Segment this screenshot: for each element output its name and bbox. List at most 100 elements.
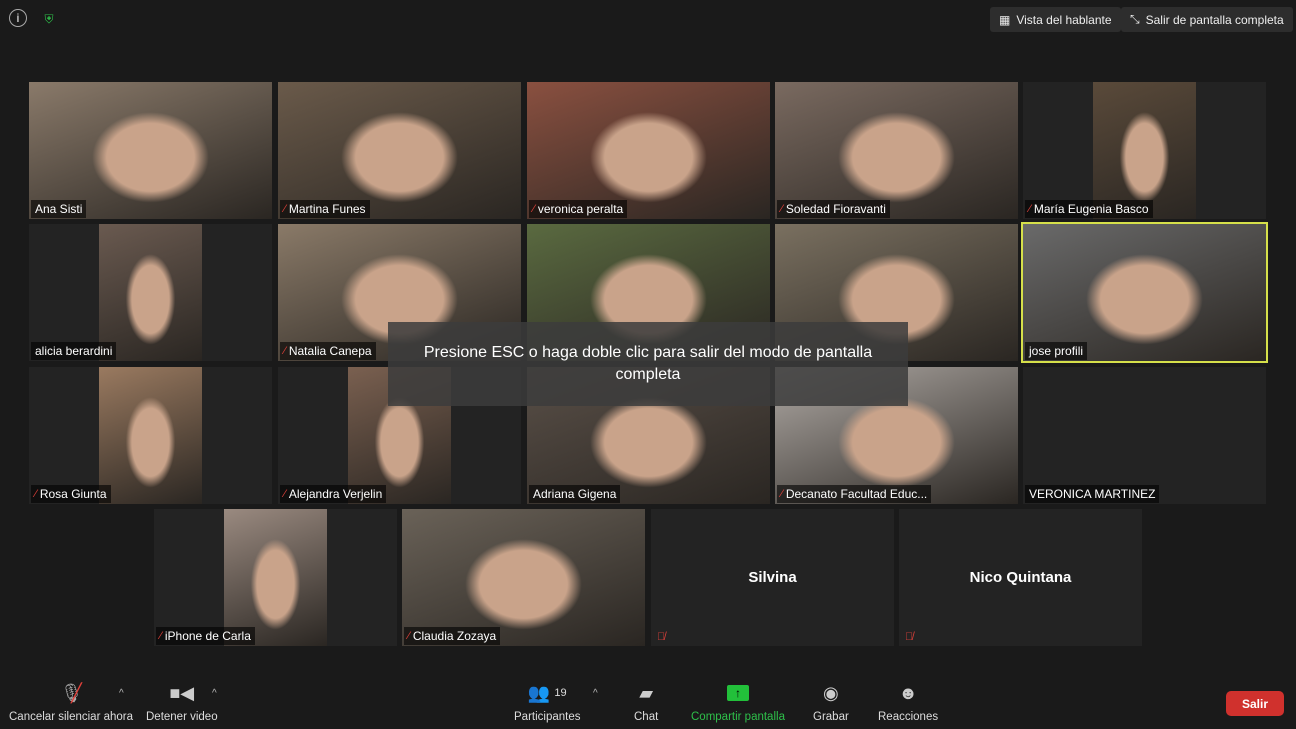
participant-label: ⁄ Claudia Zozaya	[404, 627, 501, 645]
shield-icon[interactable]: ⛨	[39, 9, 59, 29]
chat-button[interactable]: ▰ Chat	[634, 681, 659, 724]
participant-name: iPhone de Carla	[164, 629, 251, 643]
participant-video	[1023, 224, 1266, 361]
participant-video	[99, 224, 202, 361]
stop-video-label: Detener video	[146, 711, 218, 723]
participant-label: ⁄ Rosa Giunta	[31, 485, 111, 503]
participant-name: Decanato Facultad Educ...	[785, 487, 928, 501]
unmute-button[interactable]: 🎙 ╱ Cancelar silenciar ahora	[9, 681, 134, 724]
participant-label: ⁄ Soledad Fioravanti	[777, 200, 890, 218]
exit-fullscreen-icon: ⤡	[1130, 12, 1140, 26]
muted-mic-icon: 🎙̸	[657, 631, 666, 643]
participants-button[interactable]: 👥 19 Participantes	[514, 681, 581, 724]
grid-icon: ▦	[999, 12, 1011, 27]
share-screen-label: Compartir pantalla	[691, 711, 785, 723]
participant-video	[527, 82, 770, 219]
participant-video	[99, 367, 202, 504]
participant-label: VERONICA MARTINEZ	[1025, 485, 1160, 503]
participant-name: María Eugenia Basco	[1033, 202, 1149, 216]
speaker-view-button[interactable]: ▦ Vista del hablante	[990, 7, 1121, 32]
participant-name: Alejandra Verjelin	[288, 487, 383, 501]
chat-icon: ▰	[639, 682, 654, 703]
participant-name: Ana Sisti	[35, 202, 83, 216]
participant-name: jose profili	[1029, 344, 1084, 358]
participant-name: Rosa Giunta	[39, 487, 107, 501]
reactions-icon: ☻	[898, 682, 918, 703]
share-screen-icon: ↑	[726, 681, 749, 705]
participants-options-caret[interactable]: ^	[593, 688, 598, 699]
participant-tile[interactable]: alicia berardini	[29, 224, 272, 361]
participant-name: Adriana Gigena	[533, 487, 617, 501]
participant-tile[interactable]: ⁄ Rosa Giunta	[29, 367, 272, 504]
leave-button[interactable]: Salir	[1226, 691, 1284, 716]
chat-label: Chat	[634, 711, 659, 723]
speaker-view-label: Vista del hablante	[1016, 12, 1112, 27]
participant-label: jose profili	[1025, 342, 1088, 360]
fullscreen-toast: Presione ESC o haga doble clic para sali…	[388, 322, 908, 406]
participant-name: Claudia Zozaya	[412, 629, 497, 643]
participant-video	[402, 509, 645, 646]
unmute-label: Cancelar silenciar ahora	[9, 711, 134, 723]
muted-mic-icon: ⁄	[35, 488, 37, 500]
info-icon[interactable]: i	[9, 9, 27, 27]
participant-video	[278, 82, 521, 219]
participant-label: Adriana Gigena	[529, 485, 621, 503]
participants-icon: 👥	[527, 682, 551, 703]
muted-mic-icon: ⁄	[781, 488, 783, 500]
participant-label: ⁄ Natalia Canepa	[280, 342, 376, 360]
video-options-caret[interactable]: ^	[212, 688, 217, 699]
participant-video	[775, 82, 1018, 219]
participant-count: 19	[554, 687, 567, 699]
record-label: Grabar	[813, 711, 849, 723]
participant-label: ⁄ veronica peralta	[529, 200, 628, 218]
muted-mic-icon: ⁄	[1029, 203, 1031, 215]
participant-video	[224, 509, 327, 646]
participant-label: ⁄ Martina Funes	[280, 200, 370, 218]
stop-video-button[interactable]: ■◀ Detener video	[146, 681, 218, 724]
participant-video	[29, 82, 272, 219]
participant-tile[interactable]: VERONICA MARTINEZ	[1023, 367, 1266, 504]
participant-tile[interactable]: ⁄ iPhone de Carla	[154, 509, 397, 646]
participant-tile[interactable]: ⁄ Soledad Fioravanti	[775, 82, 1018, 219]
participant-label: ⁄ Decanato Facultad Educ...	[777, 485, 932, 503]
video-camera-icon: ■◀	[169, 682, 195, 703]
exit-fullscreen-label: Salir de pantalla completa	[1145, 12, 1284, 27]
reactions-button[interactable]: ☻ Reacciones	[878, 681, 939, 724]
muted-mic-icon: ⁄	[781, 203, 783, 215]
participants-label: Participantes	[514, 711, 581, 723]
participant-name: VERONICA MARTINEZ	[1029, 487, 1156, 501]
share-screen-button[interactable]: ↑ Compartir pantalla	[691, 681, 785, 723]
participant-label: ⁄ Alejandra Verjelin	[280, 485, 387, 503]
muted-mic-icon: ⁄	[160, 630, 162, 642]
participant-name: Martina Funes	[288, 202, 366, 216]
participant-tile[interactable]: ⁄ veronica peralta	[527, 82, 770, 219]
participant-name: alicia berardini	[35, 344, 113, 358]
exit-fullscreen-button[interactable]: ⤡ Salir de pantalla completa	[1121, 7, 1293, 32]
participant-video	[1093, 82, 1196, 219]
participant-label: ⁄ María Eugenia Basco	[1025, 200, 1153, 218]
reactions-label: Reacciones	[878, 711, 939, 723]
participant-name: veronica peralta	[537, 202, 624, 216]
muted-mic-icon: ⁄	[284, 203, 286, 215]
record-icon: ◉	[823, 682, 839, 703]
audio-options-caret[interactable]: ^	[119, 688, 124, 699]
muted-mic-icon: ⁄	[284, 488, 286, 500]
participant-name: Nico Quintana	[969, 569, 1072, 586]
participant-name: Soledad Fioravanti	[785, 202, 886, 216]
participant-label: ⁄ iPhone de Carla	[156, 627, 255, 645]
record-button[interactable]: ◉ Grabar	[813, 681, 849, 724]
participant-tile[interactable]: Silvina 🎙̸	[651, 509, 894, 646]
participant-tile[interactable]: ⁄ Martina Funes	[278, 82, 521, 219]
participant-tile[interactable]: ⁄ María Eugenia Basco	[1023, 82, 1266, 219]
participant-tile[interactable]: Ana Sisti	[29, 82, 272, 219]
participant-label: Ana Sisti	[31, 200, 87, 218]
muted-mic-icon: 🎙 ╱	[60, 682, 84, 703]
participant-tile[interactable]: Nico Quintana 🎙̸	[899, 509, 1142, 646]
participant-tile[interactable]: ⁄ Claudia Zozaya	[402, 509, 645, 646]
participant-name: Natalia Canepa	[288, 344, 372, 358]
muted-mic-icon: 🎙̸	[905, 631, 914, 643]
muted-mic-icon: ⁄	[284, 345, 286, 357]
muted-mic-icon: ⁄	[408, 630, 410, 642]
participant-tile[interactable]: jose profili	[1021, 222, 1268, 363]
muted-mic-icon: ⁄	[533, 203, 535, 215]
